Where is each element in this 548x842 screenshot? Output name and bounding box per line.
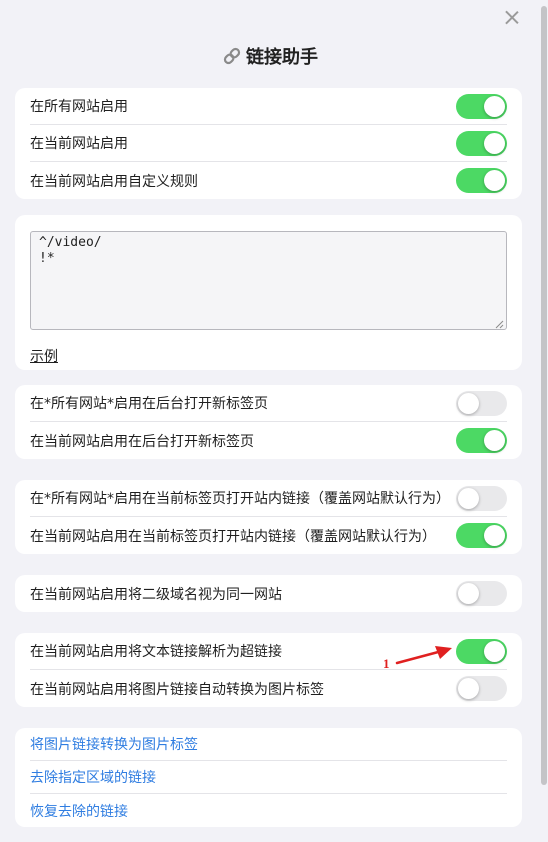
toggle-row-custom-rules: 在当前网站启用自定义规则 (30, 162, 507, 199)
background-tab-card: 在*所有网站*启用在后台打开新标签页 在当前网站启用在后台打开新标签页 (15, 385, 522, 459)
action-row: 恢复去除的链接 (30, 794, 507, 827)
toggle-row-current-site: 在当前网站启用 (30, 125, 507, 162)
toggle-label: 在当前网站启用将二级域名视为同一网站 (30, 586, 282, 603)
site-toggles-card: 在所有网站启用 在当前网站启用 在当前网站启用自定义规则 (15, 88, 522, 199)
toggle-bg-tab-all-sites[interactable] (456, 390, 507, 416)
restore-links-link[interactable]: 恢复去除的链接 (30, 801, 128, 821)
remove-region-links-link[interactable]: 去除指定区域的链接 (30, 767, 156, 787)
toggle-label: 在所有网站启用 (30, 99, 128, 115)
page-header: 链接助手 (0, 44, 540, 68)
actions-card: 将图片链接转换为图片标签 去除指定区域的链接 恢复去除的链接 (15, 728, 522, 827)
toggle-row-all-sites: 在所有网站启用 (30, 88, 507, 125)
page-title: 链接助手 (246, 47, 318, 68)
toggle-enable-current-site[interactable] (456, 130, 507, 156)
annotation-arrow-icon (395, 646, 452, 665)
toggle-label: 在当前网站启用 (30, 136, 128, 152)
custom-rules-card: 示例 (15, 215, 522, 370)
toggle-parse-text-links[interactable] (456, 638, 507, 664)
toggle-label: 在当前网站启用将文本链接解析为超链接 (30, 644, 282, 660)
toggle-label: 在当前网站启用将图片链接自动转换为图片标签 (30, 681, 324, 698)
toggle-image-links-to-tags[interactable] (456, 676, 507, 701)
scrollbar[interactable] (541, 6, 547, 785)
toggle-row-same-tab-current: 在当前网站启用在当前标签页打开站内链接（覆盖网站默认行为） (30, 517, 507, 554)
toggle-row-bg-current-site: 在当前网站启用在后台打开新标签页 (30, 422, 507, 459)
toggle-custom-rules[interactable] (456, 168, 507, 193)
custom-rules-textarea[interactable] (30, 231, 507, 330)
example-link[interactable]: 示例 (30, 346, 58, 366)
toggle-bg-tab-current-site[interactable] (456, 428, 507, 453)
annotation-number: 1 (383, 656, 390, 671)
toggle-row-image-links: 在当前网站启用将图片链接自动转换为图片标签 (30, 670, 507, 707)
toggle-row-bg-all-sites: 在*所有网站*启用在后台打开新标签页 (30, 385, 507, 422)
convert-image-links-link[interactable]: 将图片链接转换为图片标签 (30, 734, 198, 754)
toggle-same-tab-all-sites[interactable] (456, 485, 507, 511)
toggle-subdomain-same-site[interactable] (456, 581, 507, 606)
toggle-enable-all-sites[interactable] (456, 93, 507, 119)
close-button[interactable] (502, 8, 522, 28)
toggle-same-tab-current-site[interactable] (456, 523, 507, 548)
toggle-label: 在当前网站启用在后台打开新标签页 (30, 433, 254, 450)
same-tab-card: 在*所有网站*启用在当前标签页打开站内链接（覆盖网站默认行为） 在当前网站启用在… (15, 480, 522, 554)
resize-grip-icon[interactable] (495, 320, 504, 329)
subdomain-card: 在当前网站启用将二级域名视为同一网站 (15, 575, 522, 612)
toggle-row-subdomain: 在当前网站启用将二级域名视为同一网站 (30, 575, 507, 612)
toggle-label: 在*所有网站*启用在后台打开新标签页 (30, 396, 268, 412)
action-row: 将图片链接转换为图片标签 (30, 728, 507, 761)
action-row: 去除指定区域的链接 (30, 761, 507, 794)
link-icon (223, 47, 241, 65)
toggle-label: 在当前网站启用自定义规则 (30, 173, 198, 190)
toggle-row-same-tab-all: 在*所有网站*启用在当前标签页打开站内链接（覆盖网站默认行为） (30, 480, 507, 517)
toggle-label: 在*所有网站*启用在当前标签页打开站内链接（覆盖网站默认行为） (30, 491, 450, 507)
toggle-label: 在当前网站启用在当前标签页打开站内链接（覆盖网站默认行为） (30, 528, 436, 545)
